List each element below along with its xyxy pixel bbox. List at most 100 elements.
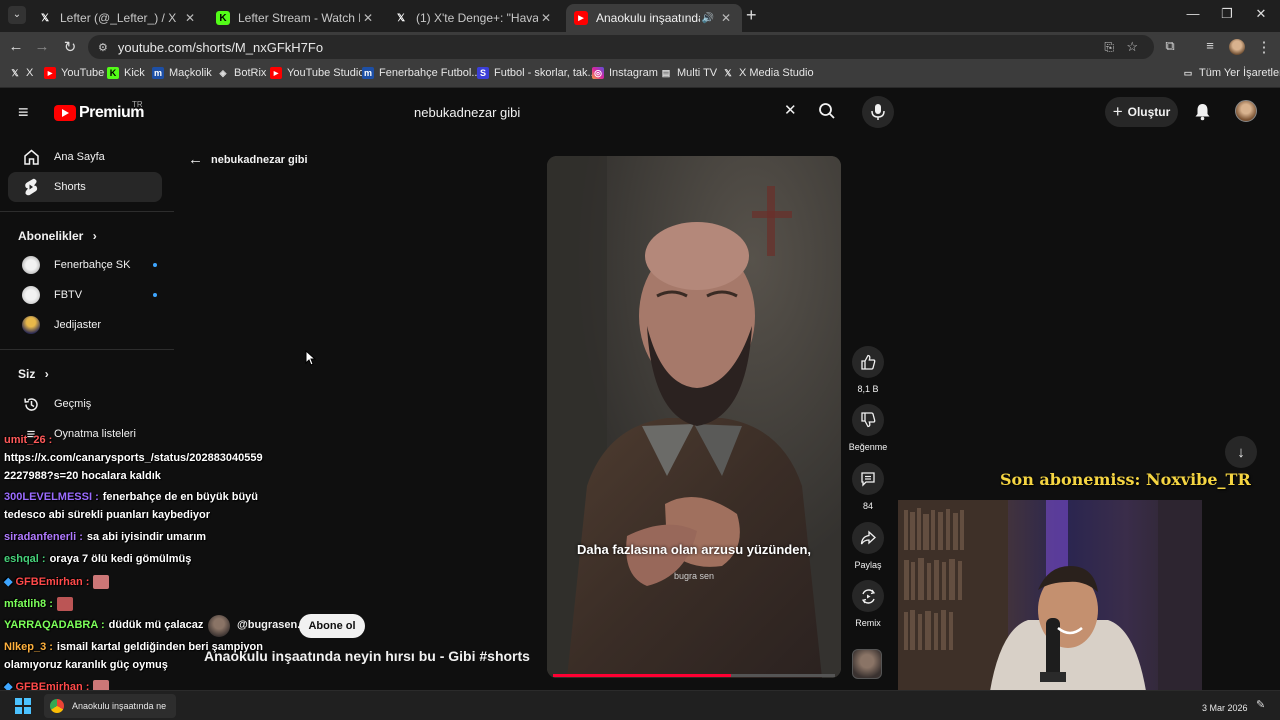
- voice-search-icon[interactable]: [862, 96, 894, 128]
- bookmark-x-media-studio[interactable]: 𝕏 X Media Studio: [722, 67, 813, 79]
- remix-button[interactable]: [852, 580, 884, 612]
- browser-tab-youtube-active[interactable]: ▶ Anaokulu inşaatında neyin 🔊 ✕: [566, 4, 742, 32]
- forward-arrow-icon[interactable]: →: [32, 38, 52, 55]
- chat-user: umit_26 :: [4, 434, 53, 446]
- chevron-right-icon: ›: [92, 229, 97, 243]
- address-bar[interactable]: ⚙ youtube.com/shorts/M_nxGFkH7Fo ⎘ ☆: [88, 35, 1154, 59]
- sidebar-divider: [0, 211, 174, 212]
- sidebar-item-shorts[interactable]: Shorts: [8, 172, 162, 202]
- video-watermark: bugra sen: [673, 571, 715, 581]
- restore-icon[interactable]: ❐: [1212, 6, 1242, 22]
- search-input[interactable]: nebukadnezar gibi: [402, 98, 808, 126]
- create-button[interactable]: + Oluştur: [1105, 97, 1178, 127]
- back-arrow-icon[interactable]: ←: [6, 38, 26, 55]
- sidebar-item-jedijaster[interactable]: Jedijaster: [8, 310, 162, 340]
- x-logo-icon: 𝕏: [396, 12, 406, 24]
- site-info-icon[interactable]: ⚙: [98, 41, 108, 54]
- video-frame: [547, 156, 841, 678]
- remix-label: Remix: [855, 618, 881, 628]
- bookmark-youtube-studio[interactable]: ▶ YouTube Studio: [270, 67, 364, 79]
- minimize-icon[interactable]: —: [1178, 6, 1208, 21]
- youtube-studio-icon: ▶: [270, 67, 282, 79]
- sidebar-item-label: Shorts: [54, 181, 86, 193]
- bookmarks-bar: 𝕏X ▶ YouTube K Kick m Maçkolik ◈ BotRix ▶ You…: [0, 62, 1280, 88]
- sidebar-item-label: Ana Sayfa: [54, 151, 105, 163]
- bookmark-x[interactable]: 𝕏X: [9, 67, 33, 79]
- sidebar-item-home[interactable]: Ana Sayfa: [8, 142, 162, 172]
- new-content-dot: [153, 293, 157, 297]
- channel-handle[interactable]: @bugrasen.: [237, 619, 300, 631]
- tab-close-icon[interactable]: ✕: [718, 11, 734, 25]
- search-icon[interactable]: [818, 102, 836, 125]
- reload-icon[interactable]: ↻: [60, 38, 80, 56]
- youtube-logo-icon: ▶: [574, 11, 588, 25]
- media-controls-icon[interactable]: ≡: [1200, 38, 1220, 53]
- windows-start-icon[interactable]: [15, 698, 31, 714]
- chat-message: Nlkep_3 : ismail kartal geldiğinden beri …: [4, 641, 263, 653]
- badge-icon: ◆: [4, 576, 13, 588]
- chat-text: 2227988?s=20 hocalara kaldık: [4, 470, 161, 482]
- bookmark-kick[interactable]: K Kick: [107, 67, 145, 79]
- bookmark-mackolik[interactable]: m Maçkolik: [152, 67, 212, 79]
- like-button[interactable]: [852, 346, 884, 378]
- channel-avatar-wrapper: [8, 316, 54, 334]
- channel-avatar[interactable]: [208, 615, 230, 637]
- tab-title: Lefter (@_Lefter_) / X: [60, 11, 177, 25]
- share-button[interactable]: [852, 522, 884, 554]
- bookmark-youtube[interactable]: ▶ YouTube: [44, 67, 104, 79]
- account-avatar[interactable]: [1235, 100, 1257, 122]
- you-header[interactable]: Siz ›: [18, 367, 49, 381]
- back-arrow-icon: ←: [188, 151, 203, 168]
- channel-avatar-wrapper: [8, 256, 54, 274]
- video-progress-bar[interactable]: [553, 674, 835, 677]
- notifications-bell-icon[interactable]: [1194, 103, 1211, 126]
- taskbar-chrome-window[interactable]: Anaokulu inşaatında ne: [44, 694, 176, 718]
- chat-text: tedesco abi sürekli puanları kaybediyor: [4, 509, 211, 521]
- bookmark-fenerbahce[interactable]: m Fenerbahçe Futbol...: [362, 67, 481, 79]
- clear-search-icon[interactable]: ✕: [784, 101, 797, 119]
- shorts-video-player[interactable]: Daha fazlasına olan arzusu yüzünden, bug…: [547, 156, 841, 678]
- browser-tab-lefter-x[interactable]: 𝕏 Lefter (@_Lefter_) / X ✕: [30, 4, 206, 32]
- tab-close-icon[interactable]: ✕: [360, 11, 376, 25]
- comments-button[interactable]: [852, 463, 884, 495]
- bookmark-instagram[interactable]: ◎ Instagram: [592, 67, 658, 79]
- chat-message: mfatlih8 :: [4, 597, 73, 611]
- install-app-icon[interactable]: ⎘: [1104, 40, 1114, 55]
- youtube-premium-logo[interactable]: Premium TR: [54, 100, 144, 122]
- browser-tab-kick[interactable]: K Lefter Stream - Watch Live on K ✕: [208, 4, 384, 32]
- chat-text: ismail kartal geldiğinden beri şampiyon: [56, 641, 263, 653]
- bookmark-star-icon[interactable]: ☆: [1126, 39, 1138, 55]
- folder-icon: ▭: [1183, 67, 1193, 78]
- sidebar-item-history[interactable]: Geçmiş: [8, 389, 162, 419]
- speaker-icon[interactable]: 🔊: [700, 13, 716, 24]
- back-to-search[interactable]: ← nebukadnezar gibi: [188, 151, 308, 168]
- browser-menu-icon[interactable]: ⋮: [1254, 38, 1274, 56]
- profile-avatar-icon[interactable]: [1229, 39, 1245, 55]
- window-close-icon[interactable]: ✕: [1246, 6, 1276, 22]
- video-progress-fill: [553, 674, 731, 677]
- dislike-button[interactable]: [852, 404, 884, 436]
- sidebar-item-fbtv[interactable]: FBTV: [8, 280, 162, 310]
- like-count: 8,1 B: [857, 384, 879, 394]
- hamburger-menu-icon[interactable]: ≡: [18, 102, 29, 123]
- bookmark-botrix[interactable]: ◈ BotRix: [217, 67, 267, 79]
- mackolik-logo-icon: m: [362, 67, 374, 79]
- all-bookmarks[interactable]: ▭ Tüm Yer İşaretleri: [1182, 67, 1280, 79]
- next-video-arrow-icon[interactable]: ↓: [1225, 436, 1257, 468]
- browser-tab-x-denge[interactable]: 𝕏 (1) X'te Denge+: "Havas İlmi Uz ✕: [386, 4, 562, 32]
- subscriptions-header[interactable]: Abonelikler ›: [18, 229, 97, 243]
- bookmark-futbol[interactable]: S Futbol - skorlar, tak...: [477, 67, 597, 79]
- sidebar-item-fenerbahce-sk[interactable]: Fenerbahçe SK: [8, 250, 162, 280]
- tab-close-icon[interactable]: ✕: [538, 11, 554, 25]
- back-label: nebukadnezar gibi: [211, 153, 308, 166]
- bookmark-multi-tv[interactable]: ▤ Multi TV: [660, 67, 717, 79]
- tab-close-icon[interactable]: ✕: [182, 11, 198, 25]
- tab-list-chevron-icon[interactable]: ⌄: [8, 6, 26, 24]
- new-tab-plus-icon[interactable]: +: [746, 5, 757, 26]
- pen-icon[interactable]: ✎: [1256, 698, 1265, 711]
- subscribe-button[interactable]: Abone ol: [299, 614, 365, 638]
- history-icon: [8, 396, 54, 413]
- extensions-icon[interactable]: ⧉: [1160, 38, 1180, 54]
- jedijaster-avatar: [22, 316, 40, 334]
- sound-thumbnail[interactable]: [852, 649, 882, 679]
